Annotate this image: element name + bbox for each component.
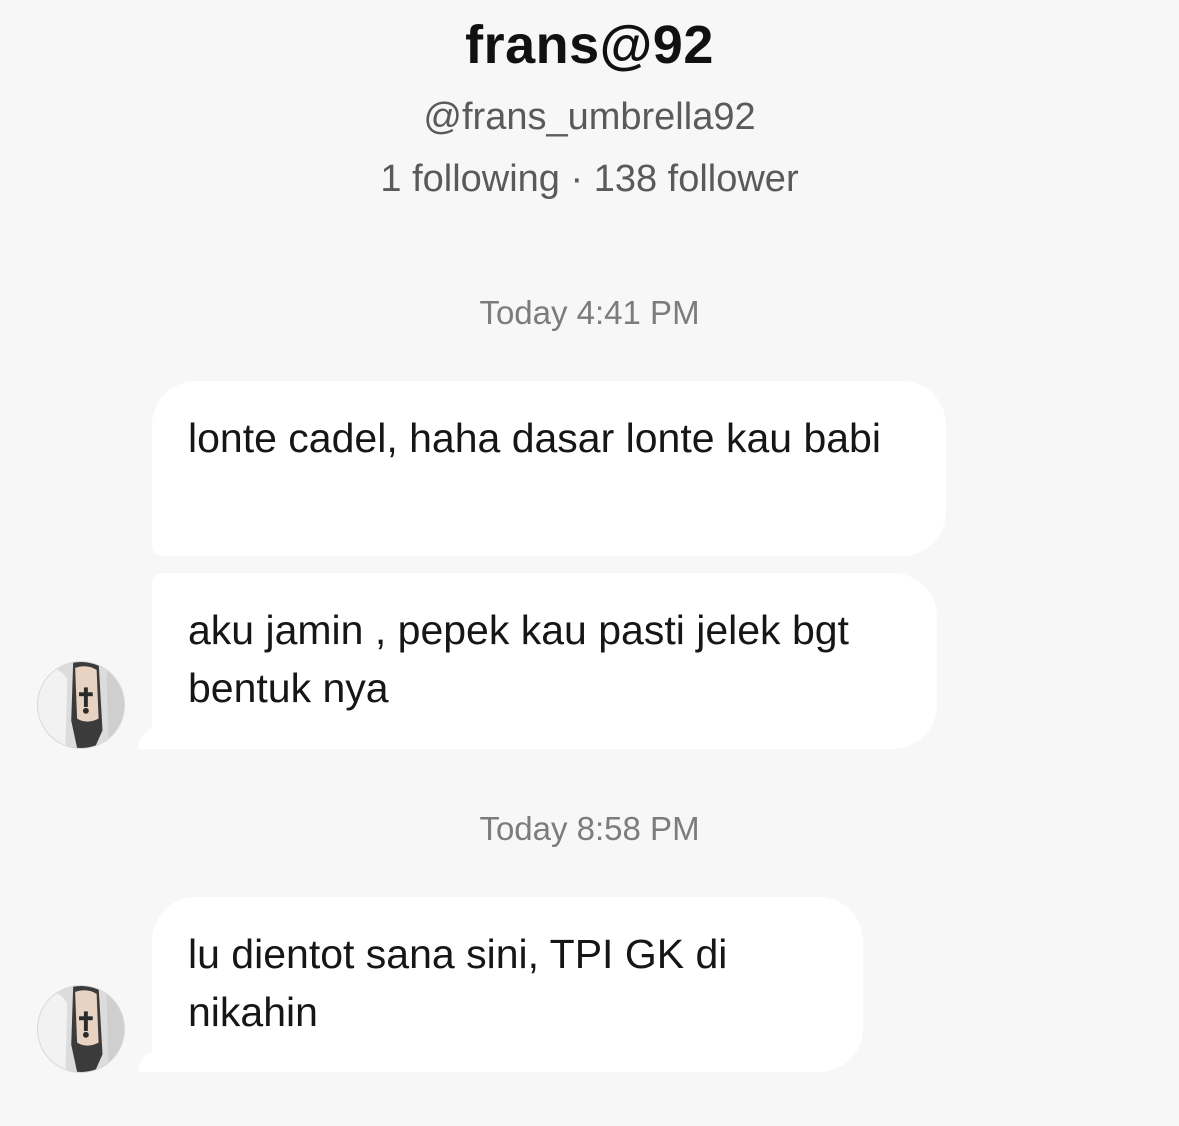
sender-avatar[interactable] xyxy=(37,661,125,749)
message-text: lu dientot sana sini, TPI GK di nikahin xyxy=(188,931,728,1035)
sender-avatar[interactable] xyxy=(37,985,125,1073)
chat-screen: frans@92 @frans_umbrella92 1 following ·… xyxy=(0,0,1179,1126)
message-timestamp: Today 8:58 PM xyxy=(479,810,700,847)
message-bubble[interactable]: aku jamin , pepek kau pasti jelek bgt be… xyxy=(152,573,937,749)
profile-name[interactable]: frans@92 xyxy=(0,14,1179,76)
avatar-photo-icon xyxy=(38,986,124,1072)
message-text: lonte cadel, haha dasar lonte kau babi xyxy=(188,415,881,461)
message-timestamp: Today 4:41 PM xyxy=(479,294,700,331)
message-bubble[interactable]: lonte cadel, haha dasar lonte kau babi xyxy=(152,381,946,556)
profile-stats: 1 following · 138 follower xyxy=(380,158,799,200)
message-bubble[interactable]: lu dientot sana sini, TPI GK di nikahin xyxy=(152,897,863,1072)
profile-handle[interactable]: @frans_umbrella92 xyxy=(0,96,1179,139)
message-text: aku jamin , pepek kau pasti jelek bgt be… xyxy=(188,607,849,711)
avatar-photo-icon xyxy=(38,662,124,748)
